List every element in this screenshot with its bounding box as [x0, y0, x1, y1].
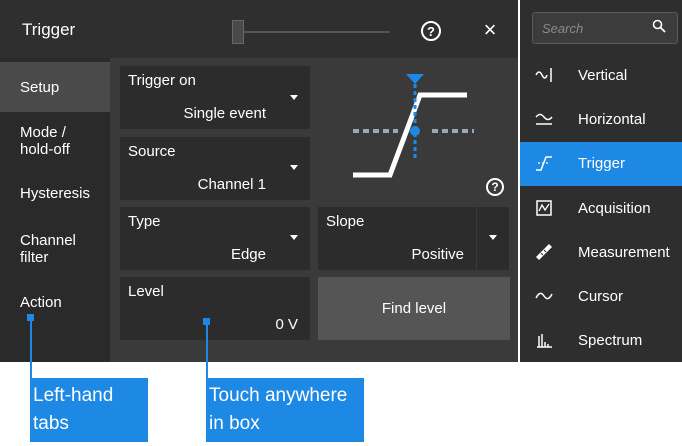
horizontal-icon — [535, 113, 553, 125]
tab-label: Action — [20, 294, 62, 311]
menu-item-acquisition[interactable]: Acquisition — [520, 187, 682, 231]
close-icon[interactable]: × — [480, 18, 500, 42]
type-field[interactable]: Type Edge — [120, 207, 278, 270]
tab-action[interactable]: Action — [0, 290, 110, 324]
help-icon[interactable]: ? — [421, 21, 441, 41]
menu-item-trigger[interactable]: Trigger — [520, 142, 682, 186]
trigger-icon — [536, 156, 552, 171]
dialog-title: Trigger — [22, 20, 76, 39]
field-label: Source — [128, 143, 176, 160]
tab-label: Channel filter — [20, 232, 76, 266]
search-placeholder: Search — [542, 21, 584, 36]
tab-label: Mode / hold-off — [20, 124, 70, 158]
menu-item-horizontal[interactable]: Horizontal — [520, 98, 682, 142]
vertical-icon — [535, 68, 552, 82]
tab-mode-hold-off[interactable]: Mode / hold-off — [0, 120, 100, 164]
field-label: Slope — [326, 213, 365, 230]
transparency-slider-track[interactable] — [238, 31, 390, 33]
source-field[interactable]: Source Channel 1 — [120, 137, 278, 200]
menu-item-label: Measurement — [578, 244, 670, 261]
menu-item-label: Cursor — [578, 288, 624, 305]
spectrum-icon — [537, 334, 552, 348]
transparency-slider-thumb[interactable] — [232, 20, 244, 44]
menu-item-spectrum[interactable]: Spectrum — [520, 319, 682, 363]
field-label: Level — [128, 283, 164, 300]
edge-trigger-diagram-icon — [353, 74, 474, 178]
acquisition-icon — [536, 200, 552, 216]
trigger-on-field[interactable]: Trigger on Single event — [120, 66, 278, 129]
field-value: Positive — [411, 246, 464, 263]
tab-channel-filter[interactable]: Channel filter — [0, 230, 90, 274]
measurement-icon — [536, 244, 552, 260]
menu-item-cursor[interactable]: Cursor — [520, 275, 682, 319]
field-label: Trigger on — [128, 72, 196, 89]
trigger-on-dropdown[interactable] — [278, 66, 310, 129]
field-value: Single event — [183, 105, 266, 122]
chevron-down-icon — [290, 95, 298, 100]
menu-item-label: Trigger — [578, 155, 625, 172]
search-icon[interactable] — [652, 19, 666, 33]
type-dropdown[interactable] — [278, 207, 310, 270]
annotation-pointer-end — [203, 318, 210, 325]
field-label: Type — [128, 213, 161, 230]
chevron-down-icon — [489, 235, 497, 240]
level-field[interactable]: Level 0 V — [120, 277, 310, 340]
tab-label: Setup — [20, 79, 60, 96]
annotation-pointer-tabs — [30, 318, 32, 378]
chevron-down-icon — [290, 235, 298, 240]
left-tabs: Setup Mode / hold-off Hysteresis Channel… — [0, 58, 110, 362]
find-level-button[interactable]: Find level — [318, 277, 510, 340]
menu-item-vertical[interactable]: Vertical — [520, 54, 682, 98]
menu-item-label: Acquisition — [578, 200, 651, 217]
tab-setup[interactable]: Setup — [0, 62, 110, 112]
annotation-pointer-end — [27, 314, 34, 321]
slope-dropdown[interactable] — [477, 207, 509, 270]
menu-item-label: Spectrum — [578, 332, 643, 349]
menu-item-measurement[interactable]: Measurement — [520, 231, 682, 275]
annotation-left-hand-tabs: Left-hand tabs — [30, 378, 148, 442]
annotation-touch-anywhere: Touch anywhere in box — [206, 378, 364, 442]
slope-field[interactable]: Slope Positive — [318, 207, 476, 270]
field-value: 0 V — [275, 316, 298, 333]
menu-item-label: Horizontal — [578, 111, 646, 128]
cursor-icon — [535, 292, 553, 300]
field-value: Channel 1 — [197, 176, 266, 193]
menu-item-label: Vertical — [578, 67, 628, 84]
tab-label: Hysteresis — [20, 185, 91, 202]
chevron-down-icon — [290, 165, 298, 170]
annotation-pointer-box — [206, 322, 208, 378]
source-dropdown[interactable] — [278, 137, 310, 200]
tab-hysteresis[interactable]: Hysteresis — [0, 178, 110, 212]
field-value: Edge — [230, 246, 266, 263]
help-icon[interactable]: ? — [486, 178, 504, 196]
